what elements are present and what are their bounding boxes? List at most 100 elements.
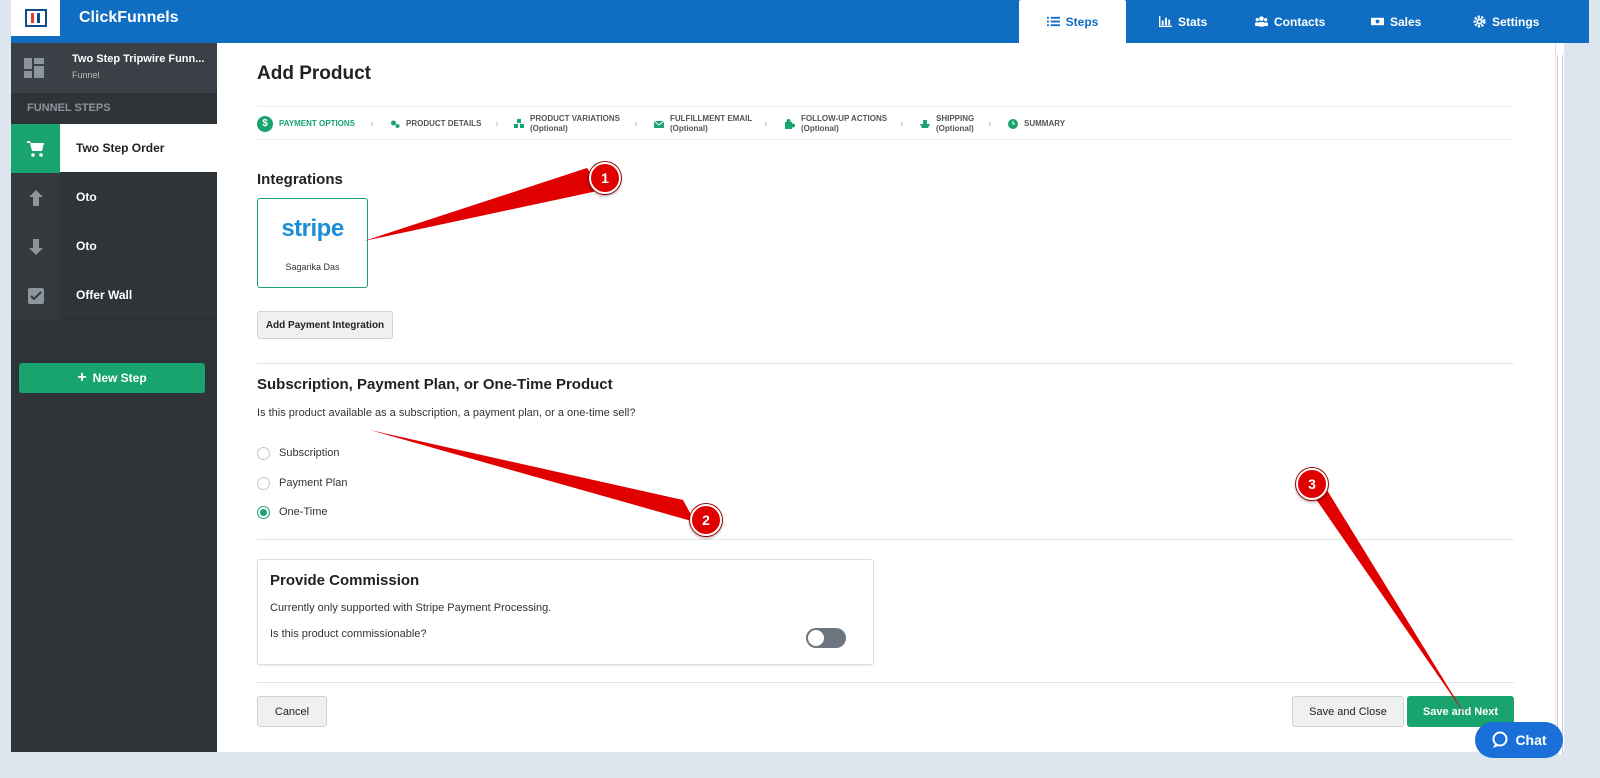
chevron-right-icon: › (495, 118, 499, 130)
stripe-logo: stripe (281, 215, 344, 242)
clickfunnels-logo[interactable] (11, 0, 60, 36)
list-icon (1046, 16, 1060, 27)
integration-account-name: Sagarika Das (285, 262, 340, 272)
commission-question: Is this product commissionable? (270, 628, 427, 640)
cart-icon (26, 140, 44, 157)
tab-sales[interactable]: Sales (1371, 0, 1421, 43)
ship-icon (920, 120, 930, 128)
chevron-right-icon: › (634, 118, 638, 130)
scrollbar-thumb[interactable] (1557, 55, 1563, 755)
funnel-sidebar: Two Step Tripwire Funn... Funnel FUNNEL … (11, 43, 217, 752)
arrow-down-icon (28, 238, 43, 255)
commission-panel: Provide Commission Currently only suppor… (257, 559, 874, 665)
wizard-step-label: PRODUCT VARIATIONS (530, 114, 620, 123)
new-step-label: New Step (92, 371, 147, 385)
tab-contacts[interactable]: Contacts (1255, 0, 1325, 43)
add-payment-integration-button[interactable]: Add Payment Integration (257, 311, 393, 339)
bar-chart-icon (1159, 15, 1172, 28)
wizard-step-optional: (Optional) (530, 124, 568, 133)
tab-contacts-label: Contacts (1274, 14, 1326, 29)
funnel-steps-heading: FUNNEL STEPS (27, 102, 111, 114)
tab-settings[interactable]: Settings (1473, 0, 1539, 43)
radio-button[interactable] (257, 476, 270, 490)
wizard-step-product-details[interactable]: PRODUCT DETAILS (390, 107, 481, 141)
annotation-badge-3: 3 (1296, 468, 1328, 500)
wizard-step-shipping[interactable]: SHIPPING (Optional) (920, 107, 974, 141)
puzzle-icon (785, 119, 795, 129)
product-type-question: Is this product available as a subscript… (257, 407, 636, 419)
sidebar-step-oto-1[interactable]: Oto (11, 173, 217, 222)
chevron-right-icon: › (900, 118, 904, 130)
radio-label: Payment Plan (279, 477, 348, 489)
wizard-step-summary[interactable]: SUMMARY (1008, 107, 1065, 141)
new-step-button[interactable]: + New Step (19, 363, 205, 393)
funnel-name: Two Step Tripwire Funn... (72, 53, 205, 65)
cancel-button[interactable]: Cancel (257, 696, 327, 727)
wizard-step-product-variations[interactable]: PRODUCT VARIATIONS (Optional) (514, 107, 620, 141)
sidebar-step-two-step-order[interactable]: Two Step Order (11, 124, 217, 173)
wizard-step-optional: (Optional) (801, 124, 839, 133)
product-type-heading: Subscription, Payment Plan, or One-Time … (257, 376, 613, 393)
integrations-heading: Integrations (257, 171, 343, 188)
plus-icon: + (77, 369, 87, 386)
arrow-up-icon (28, 189, 43, 206)
wizard-step-optional: (Optional) (936, 124, 974, 133)
top-navigation-bar: ClickFunnels Steps Stats Contacts Sales … (11, 0, 1589, 43)
wizard-step-label: PAYMENT OPTIONS (279, 119, 356, 128)
tab-stats[interactable]: Stats (1159, 0, 1207, 43)
cubes-icon (514, 119, 524, 128)
chat-label: Chat (1515, 732, 1547, 748)
gear-icon (1473, 15, 1486, 28)
gears-icon (391, 120, 400, 128)
sidebar-step-label: Offer Wall (76, 288, 133, 302)
divider (257, 682, 1514, 683)
save-and-close-button[interactable]: Save and Close (1292, 696, 1404, 727)
sidebar-step-oto-2[interactable]: Oto (11, 222, 217, 271)
wizard-step-label: SUMMARY (1024, 119, 1066, 128)
wizard-step-label: PRODUCT DETAILS (406, 119, 482, 128)
tab-sales-label: Sales (1390, 14, 1422, 29)
tab-stats-label: Stats (1178, 14, 1208, 29)
stripe-integration-card[interactable]: stripe Sagarika Das (257, 198, 368, 288)
radio-payment-plan[interactable]: Payment Plan (257, 475, 347, 491)
radio-button-selected[interactable] (257, 505, 270, 519)
radio-one-time[interactable]: One-Time (257, 504, 328, 520)
chevron-right-icon: › (764, 118, 768, 130)
checkbox-icon (27, 287, 44, 304)
clock-icon (1008, 119, 1018, 129)
money-icon (1371, 17, 1384, 26)
page-title: Add Product (257, 63, 371, 84)
funnel-header[interactable]: Two Step Tripwire Funn... Funnel (11, 43, 217, 93)
dollar-icon: $ (257, 116, 273, 132)
divider (257, 539, 1514, 540)
radio-button[interactable] (257, 446, 270, 460)
page-scrollbar[interactable] (1555, 43, 1564, 755)
radio-label: Subscription (279, 447, 340, 459)
envelope-icon (654, 120, 664, 128)
commission-note: Currently only supported with Stripe Pay… (270, 602, 552, 614)
sidebar-step-offer-wall[interactable]: Offer Wall (11, 271, 217, 320)
chat-button[interactable]: Chat (1475, 722, 1563, 758)
tab-steps[interactable]: Steps (1019, 0, 1126, 43)
radio-label: One-Time (279, 506, 328, 518)
commission-heading: Provide Commission (270, 572, 420, 589)
funnel-type: Funnel (72, 70, 100, 80)
tab-settings-label: Settings (1492, 14, 1540, 29)
wizard-step-payment-options[interactable]: $ PAYMENT OPTIONS (257, 107, 355, 141)
wizard-progress: $ PAYMENT OPTIONS › PRODUCT DETAILS › PR… (257, 106, 1514, 140)
dashboard-icon (24, 58, 44, 78)
sidebar-step-label: Oto (76, 239, 97, 253)
chevron-right-icon: › (988, 118, 992, 130)
commission-toggle[interactable] (806, 628, 846, 648)
logo-icon (24, 9, 47, 27)
wizard-step-optional: (Optional) (670, 124, 708, 133)
wizard-step-label: FULFILLMENT EMAIL (670, 114, 753, 123)
radio-subscription[interactable]: Subscription (257, 445, 340, 461)
wizard-step-label: FOLLOW-UP ACTIONS (801, 114, 888, 123)
chevron-right-icon: › (370, 118, 374, 130)
wizard-step-follow-up-actions[interactable]: FOLLOW-UP ACTIONS (Optional) (785, 107, 887, 141)
wizard-step-label: SHIPPING (936, 114, 975, 123)
users-icon (1255, 16, 1268, 27)
divider (257, 363, 1514, 364)
wizard-step-fulfillment-email[interactable]: FULFILLMENT EMAIL (Optional) (654, 107, 752, 141)
